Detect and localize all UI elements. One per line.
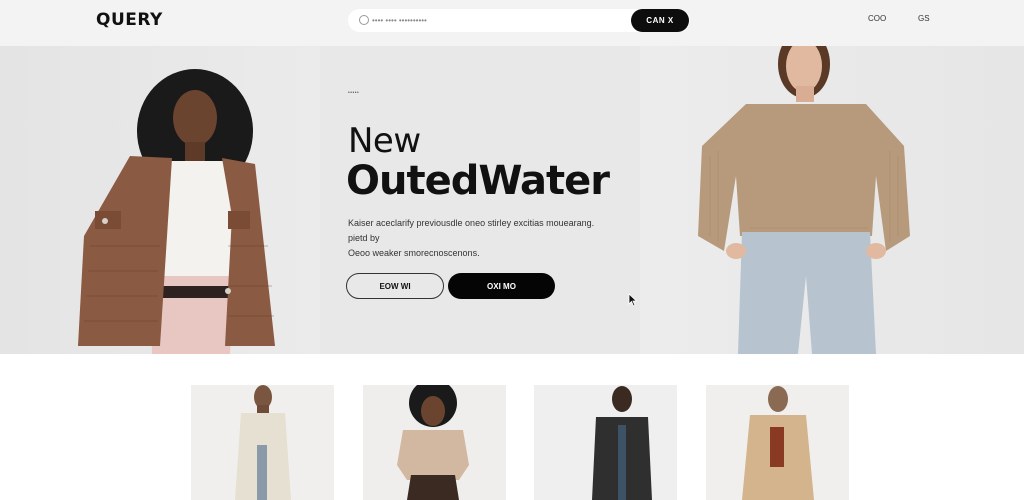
hero-title-line-1: New xyxy=(348,121,421,161)
product-card-1[interactable] xyxy=(191,385,334,500)
search-input[interactable] xyxy=(372,12,622,29)
product-card-2[interactable] xyxy=(363,385,506,500)
mouse-cursor-icon xyxy=(628,293,638,312)
hero-image-left xyxy=(0,46,320,354)
hero-description: Kaiser aceclarify previousdle oneo stirl… xyxy=(348,216,598,261)
nav-link-1[interactable]: COO xyxy=(868,14,886,23)
hero-image-right xyxy=(640,46,1024,354)
search-button[interactable]: CAN X xyxy=(631,9,689,32)
hero-description-line-1: Kaiser aceclarify previousdle oneo stirl… xyxy=(348,218,595,243)
product-card-4[interactable] xyxy=(706,385,849,500)
hero-eyebrow: ••••• xyxy=(348,90,360,96)
hero-description-line-2: Oeoo weaker smorecnoscenons. xyxy=(348,248,480,258)
hero-primary-button[interactable]: OXI MO xyxy=(448,273,555,299)
search-icon xyxy=(359,15,369,25)
site-header: QUERY CAN X COO GS xyxy=(0,0,1024,46)
hero-secondary-button[interactable]: EOW WI xyxy=(346,273,444,299)
hero-banner: ••••• New OutedWater Kaiser aceclarify p… xyxy=(0,46,1024,354)
product-card-3[interactable] xyxy=(534,385,677,500)
site-logo[interactable]: QUERY xyxy=(96,10,163,30)
hero-title-line-2: OutedWater xyxy=(346,158,610,204)
nav-link-2[interactable]: GS xyxy=(918,14,930,23)
